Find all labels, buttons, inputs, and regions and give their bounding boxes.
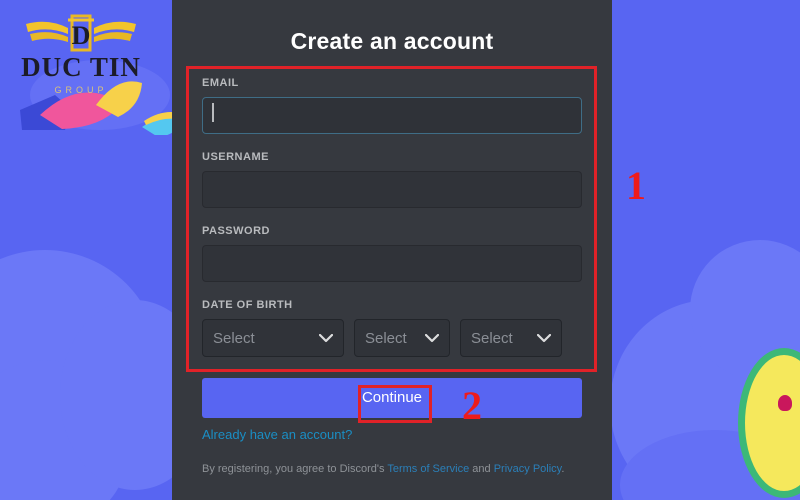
screenshot-root: D DUC TIN GROUP Create an account EMAIL … (0, 0, 800, 500)
legal-conjunction: and (469, 463, 494, 475)
dialog-title: Create an account (290, 28, 494, 54)
fields-highlight-box (186, 66, 597, 372)
annotation-marker-1: 1 (626, 163, 646, 208)
winged-monogram-icon: D (26, 14, 136, 52)
already-have-account-link[interactable]: Already have an account? (202, 427, 352, 442)
circle-ornament-dot (778, 395, 792, 411)
watermark-brand: DUC TIN (21, 52, 141, 82)
watermark-subtitle: GROUP (54, 85, 108, 95)
continue-highlight-box (358, 385, 432, 423)
watermark-logo: D DUC TIN GROUP (6, 6, 156, 106)
legal-text: By registering, you agree to Discord's T… (202, 462, 582, 477)
privacy-policy-link[interactable]: Privacy Policy (494, 463, 562, 475)
svg-text:D: D (72, 21, 91, 50)
legal-suffix: . (561, 463, 565, 475)
annotation-marker-2: 2 (462, 383, 482, 428)
terms-of-service-link[interactable]: Terms of Service (387, 463, 469, 475)
legal-prefix: By registering, you agree to Discord's (202, 463, 388, 475)
